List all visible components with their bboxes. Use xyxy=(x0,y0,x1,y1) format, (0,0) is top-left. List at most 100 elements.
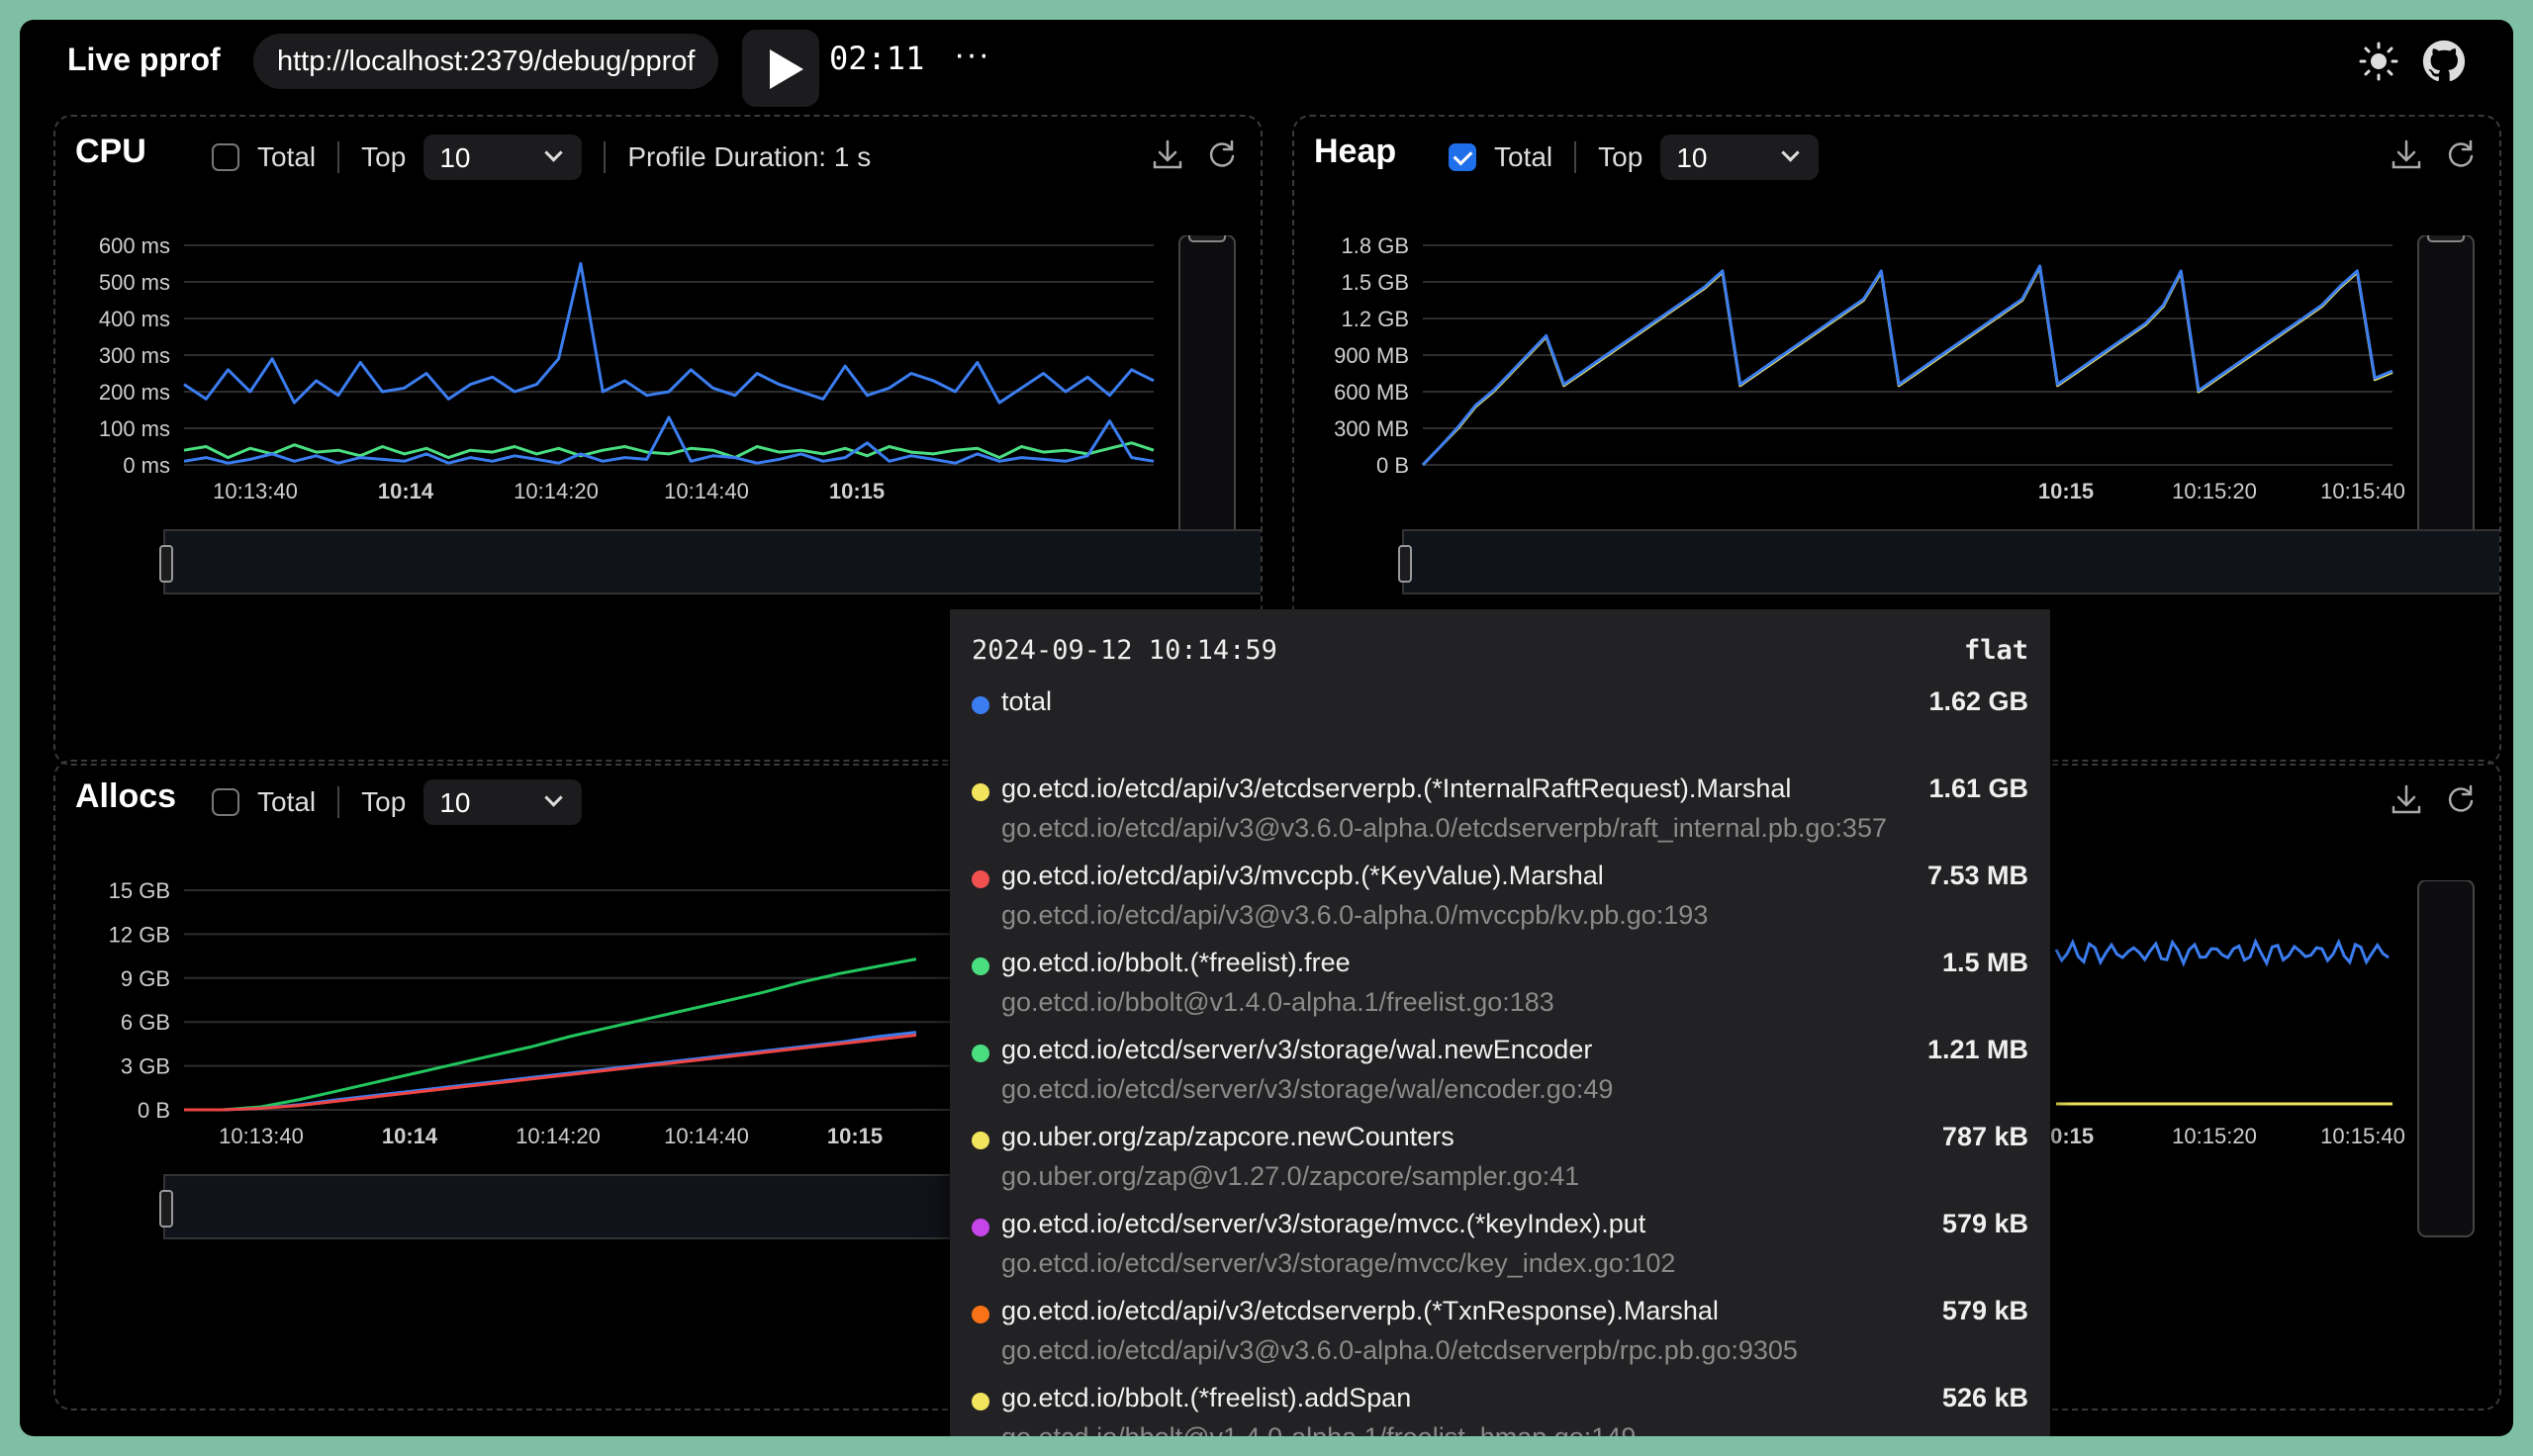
x-tick-label: 10:14:40 xyxy=(664,479,749,503)
function-name: go.etcd.io/bbolt.(*freelist).addSpan xyxy=(1001,1383,1412,1412)
refresh-icon[interactable] xyxy=(2442,136,2478,172)
brush-handle xyxy=(1398,545,1412,583)
series-line xyxy=(1421,264,2393,467)
download-icon[interactable] xyxy=(1150,136,1185,172)
slider-handle xyxy=(1188,235,1226,242)
series-line xyxy=(184,1031,917,1112)
source-location: go.etcd.io/bbolt@v1.4.0-alpha.1/freelist… xyxy=(1001,987,1554,1017)
source-location: go.etcd.io/bbolt@v1.4.0-alpha.1/freelist… xyxy=(1001,1422,1636,1436)
tooltip-column: flat xyxy=(1963,635,2028,666)
y-tick-label: 0 B xyxy=(1376,453,1409,478)
series-dot xyxy=(972,870,989,888)
top-label: Top xyxy=(361,786,407,817)
flat-value: 579 kB xyxy=(1941,1296,2028,1325)
source-location: go.etcd.io/etcd/server/v3/storage/mvcc/k… xyxy=(1001,1248,1676,1278)
flat-value: 7.53 MB xyxy=(1926,861,2028,890)
y-tick-label: 6 GB xyxy=(121,1010,170,1035)
download-icon[interactable] xyxy=(2389,136,2424,172)
y-tick-label: 15 GB xyxy=(109,880,170,903)
profile-duration[interactable]: Profile Duration: 1 s xyxy=(627,141,871,173)
x-tick-label: 10:14:20 xyxy=(514,479,599,503)
url-input[interactable]: http://localhost:2379/debug/pprof xyxy=(253,34,719,89)
chart-tooltip: 2024-09-12 10:14:59 flat total 1.62 GB g… xyxy=(950,609,2050,1436)
y-tick-label: 0 B xyxy=(138,1098,170,1123)
top-select[interactable]: 10 xyxy=(1660,135,1820,180)
total-label: Total xyxy=(257,141,317,172)
github-icon[interactable] xyxy=(2422,40,2466,83)
time-range-brush xyxy=(163,529,1261,594)
flat-value: 1.5 MB xyxy=(1941,948,2028,977)
series-dot xyxy=(972,957,989,975)
total-checkbox[interactable] xyxy=(1449,143,1476,171)
top-value: 10 xyxy=(439,142,471,173)
series-line xyxy=(2054,938,2390,967)
y-tick-label: 9 GB xyxy=(121,966,170,991)
function-name: go.etcd.io/bbolt.(*freelist).free xyxy=(1001,948,1351,977)
series-dot xyxy=(972,1045,989,1062)
timer: 02:11 xyxy=(829,40,925,77)
refresh-icon[interactable] xyxy=(2442,781,2478,817)
series-line xyxy=(1421,265,2393,467)
source-location: go.uber.org/zap@v1.27.0/zapcore/sampler.… xyxy=(1001,1161,1580,1191)
app-window: Live pprof http://localhost:2379/debug/p… xyxy=(20,20,2513,1436)
download-icon[interactable] xyxy=(2389,781,2424,817)
panel-title: Heap xyxy=(1314,133,1397,170)
chevron-down-icon xyxy=(544,143,564,162)
series-line xyxy=(183,262,1155,405)
total-checkbox[interactable] xyxy=(212,788,239,816)
chevron-down-icon xyxy=(544,788,564,807)
y-tick-label: 400 ms xyxy=(99,307,170,331)
flat-value: 1.61 GB xyxy=(1928,774,2028,803)
chevron-down-icon xyxy=(1781,143,1801,162)
function-name: go.uber.org/zap/zapcore.newCounters xyxy=(1001,1122,1454,1151)
y-tick-label: 300 ms xyxy=(99,343,170,368)
series-dot xyxy=(972,1132,989,1149)
y-tick-label: 1.8 GB xyxy=(1342,235,1409,258)
x-tick-label: 10:14:20 xyxy=(516,1124,601,1148)
series-dot xyxy=(972,696,989,714)
flat-value: 579 kB xyxy=(1941,1209,2028,1238)
function-name: go.etcd.io/etcd/api/v3/mvccpb.(*KeyValue… xyxy=(1001,861,1604,890)
series-line xyxy=(183,441,1155,460)
series-dot xyxy=(972,1219,989,1236)
series-line xyxy=(183,415,1155,465)
top-value: 10 xyxy=(1676,142,1708,173)
total-checkbox[interactable] xyxy=(212,143,239,171)
divider xyxy=(337,786,340,818)
x-tick-label: 10:13:40 xyxy=(219,1124,304,1148)
y-tick-label: 900 MB xyxy=(1334,343,1409,368)
x-tick-label: 10:14:40 xyxy=(664,1124,749,1148)
tooltip-header: 2024-09-12 10:14:59 flat xyxy=(972,635,2028,666)
y-tick-label: 100 ms xyxy=(99,416,170,441)
more-menu-button[interactable]: ··· xyxy=(954,36,990,74)
top-select[interactable]: 10 xyxy=(423,779,583,825)
tooltip-total-label: total xyxy=(1001,686,1053,716)
series-dot xyxy=(972,783,989,801)
series-dot xyxy=(972,1393,989,1410)
refresh-icon[interactable] xyxy=(1203,136,1239,172)
total-label: Total xyxy=(257,786,317,817)
top-value: 10 xyxy=(439,787,471,818)
y-range-slider xyxy=(2417,880,2475,1237)
panel-title: Allocs xyxy=(75,777,177,815)
function-name: go.etcd.io/etcd/server/v3/storage/mvcc.(… xyxy=(1001,1209,1646,1238)
top-select[interactable]: 10 xyxy=(423,135,583,180)
y-tick-label: 1.2 GB xyxy=(1342,307,1409,331)
x-tick-label: 10:15:40 xyxy=(2320,479,2405,503)
x-tick-label: 10:15 xyxy=(829,479,885,503)
play-button[interactable] xyxy=(742,30,819,107)
app-title: Live pprof xyxy=(67,42,221,77)
series-dot xyxy=(972,1306,989,1323)
y-tick-label: 12 GB xyxy=(109,922,170,947)
play-icon xyxy=(770,49,803,89)
theme-toggle-icon[interactable] xyxy=(2359,42,2398,81)
flat-value: 1.21 MB xyxy=(1926,1035,2028,1064)
top-label: Top xyxy=(361,141,407,172)
flat-value: 787 kB xyxy=(1941,1122,2028,1151)
brush-handle xyxy=(159,1190,173,1228)
x-tick-label: 10:14 xyxy=(378,479,434,503)
y-tick-label: 300 MB xyxy=(1334,416,1409,441)
allocs-controls: Total Top 10 xyxy=(212,779,583,825)
source-location: go.etcd.io/etcd/api/v3@v3.6.0-alpha.0/mv… xyxy=(1001,900,1709,930)
y-tick-label: 0 ms xyxy=(123,453,170,478)
